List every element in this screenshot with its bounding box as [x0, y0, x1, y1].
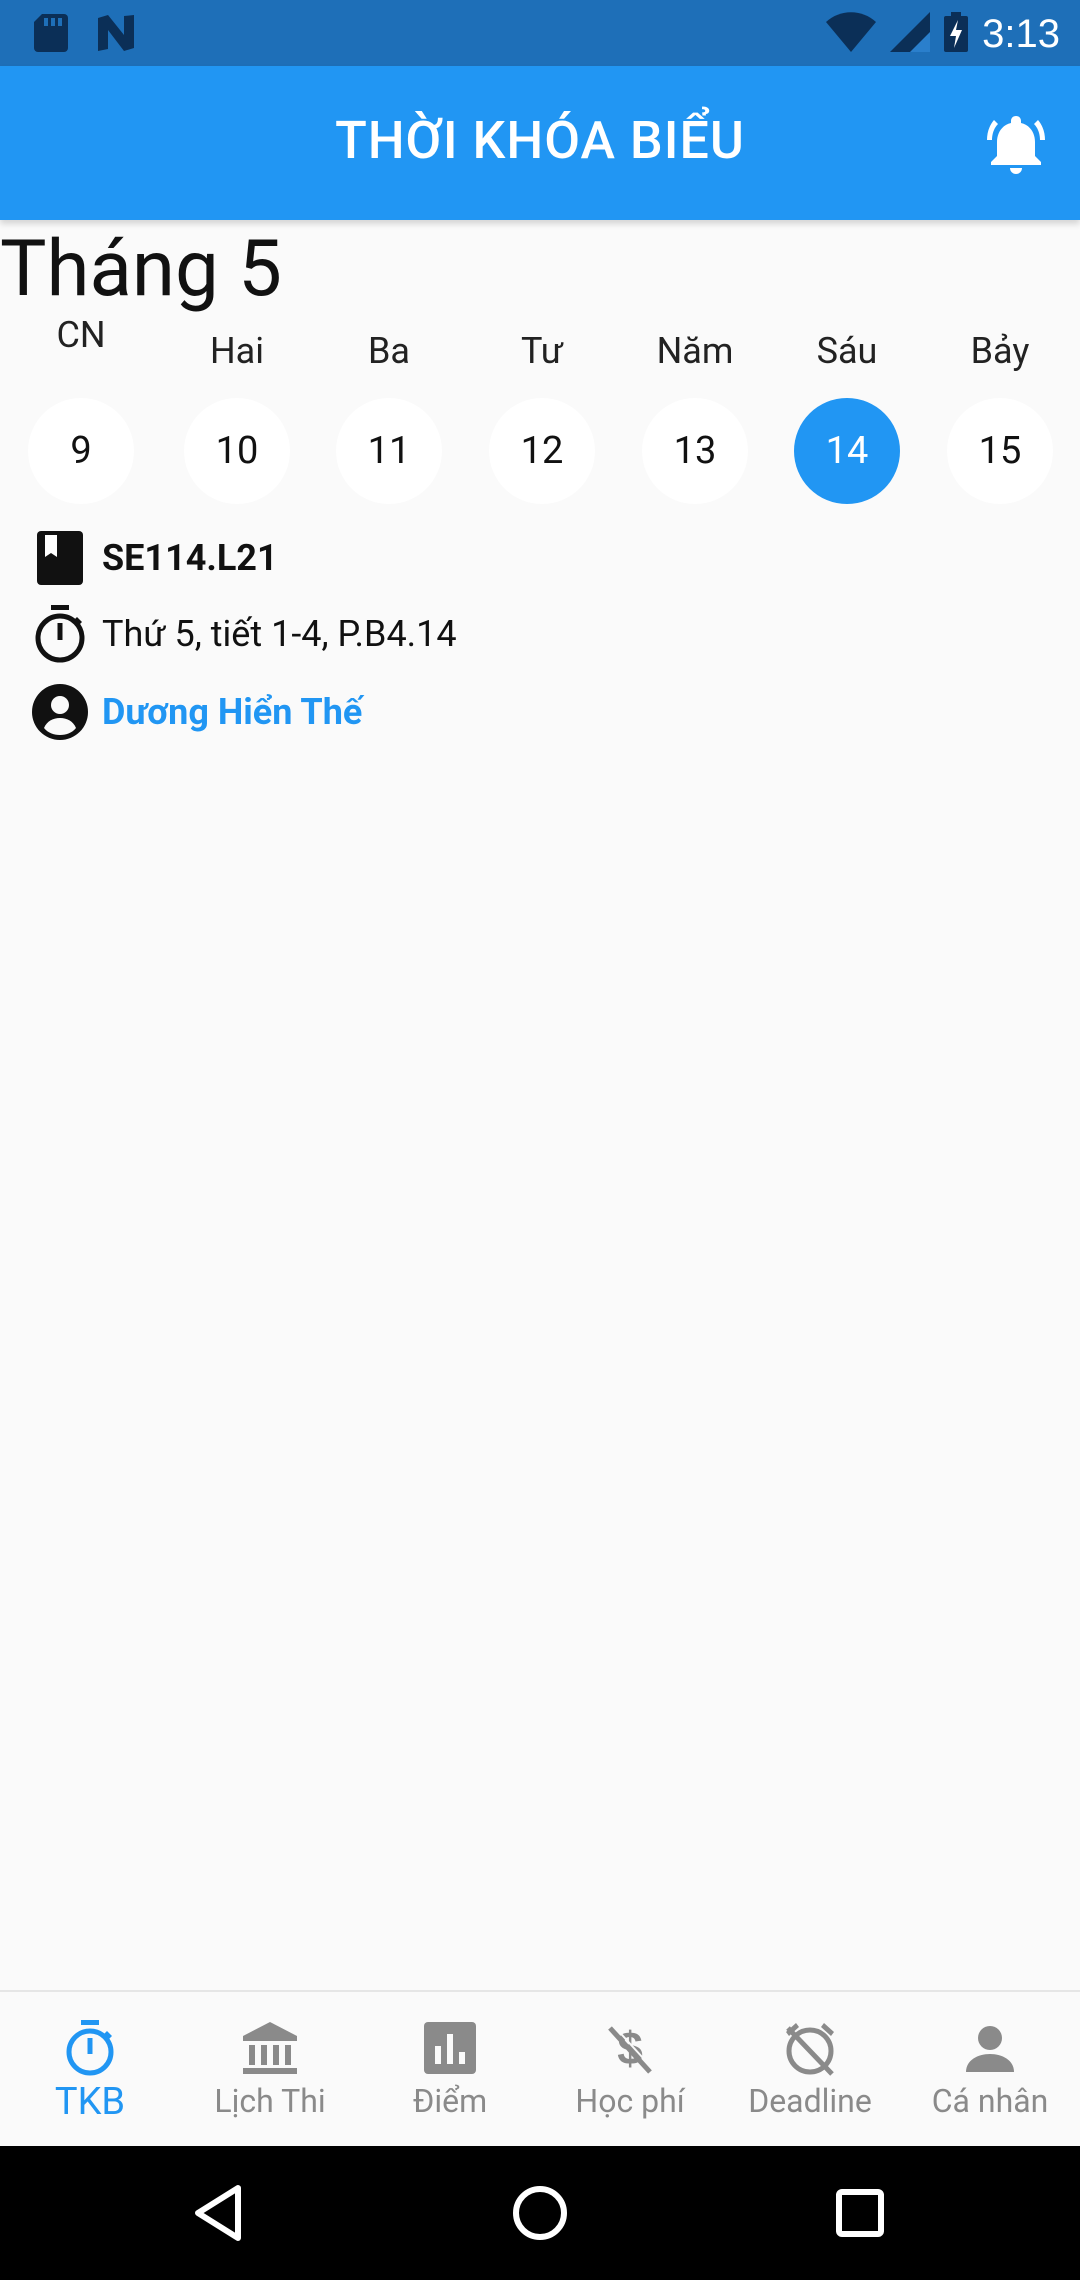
course-code: SE114.L21 — [102, 537, 278, 579]
day-button-selected[interactable]: 14 — [794, 398, 900, 504]
alarm-off-icon — [780, 2018, 840, 2078]
day-button[interactable]: 10 — [184, 398, 290, 504]
nav-diem[interactable]: Điểm — [360, 1992, 540, 2148]
person-icon — [960, 2018, 1020, 2078]
app-bar: THỜI KHÓA BIỂU — [0, 66, 1080, 220]
time-room-row: Thứ 5, tiết 1-4, P.B4.14 — [32, 605, 457, 663]
timer-icon — [32, 605, 88, 663]
status-time: 3:13 — [982, 12, 1060, 56]
day-button[interactable]: 12 — [489, 398, 595, 504]
recents-icon[interactable] — [825, 2178, 895, 2248]
signal-icon — [890, 12, 931, 56]
page-title: THỜI KHÓA BIỂU — [335, 110, 745, 171]
weekday-label: Năm — [656, 330, 734, 372]
nav-lich-thi[interactable]: Lịch Thi — [180, 1992, 360, 2148]
nav-ca-nhan[interactable]: Cá nhân — [900, 1992, 1080, 2148]
nav-tkb[interactable]: TKB — [0, 1992, 180, 2148]
nav-label: Điểm — [412, 2082, 488, 2120]
account-circle-icon — [32, 684, 88, 740]
nav-hoc-phi[interactable]: $ Học phí — [540, 1992, 720, 2148]
wifi-icon — [826, 12, 877, 56]
battery-charging-icon — [944, 12, 969, 56]
weekday-row: CN Hai Ba Tư Năm Sáu Bảy — [0, 300, 1080, 380]
back-icon[interactable] — [186, 2178, 256, 2248]
weekday-label: Ba — [367, 330, 410, 372]
weekday-label: Tư — [520, 330, 564, 372]
nav-label: Lịch Thi — [214, 2082, 326, 2120]
nav-label: Cá nhân — [931, 2082, 1049, 2120]
teacher-row: Dương Hiển Thế — [32, 684, 362, 740]
n-logo-icon — [96, 14, 136, 56]
course-row: SE114.L21 — [32, 530, 278, 586]
teacher-name[interactable]: Dương Hiển Thế — [102, 691, 362, 733]
status-bar: 3:13 — [0, 0, 1080, 66]
timer-icon — [60, 2018, 120, 2078]
time-room-text: Thứ 5, tiết 1-4, P.B4.14 — [102, 613, 457, 655]
bank-icon — [240, 2018, 300, 2078]
money-off-icon: $ — [600, 2018, 660, 2078]
weekday-label: Bảy — [970, 330, 1030, 372]
weekday-label: Sáu — [816, 330, 878, 372]
day-selector: 9 10 11 12 13 14 15 — [0, 398, 1080, 508]
notification-bell-icon[interactable] — [986, 112, 1046, 174]
system-navigation-bar — [0, 2146, 1080, 2280]
chart-icon — [420, 2018, 480, 2078]
nav-deadline[interactable]: Deadline — [720, 1992, 900, 2148]
weekday-label: Hai — [209, 330, 265, 372]
nav-label: Deadline — [748, 2082, 872, 2120]
weekday-label: CN — [56, 314, 106, 356]
nav-label: TKB — [54, 2080, 126, 2124]
home-icon[interactable] — [505, 2178, 575, 2248]
day-button[interactable]: 13 — [642, 398, 748, 504]
sd-card-icon — [34, 14, 68, 56]
book-icon — [32, 530, 88, 586]
day-button[interactable]: 15 — [947, 398, 1053, 504]
nav-label: Học phí — [575, 2082, 685, 2120]
bottom-navigation: TKB Lịch Thi Điểm $ Học phí Deadline Cá … — [0, 1990, 1080, 2148]
day-button[interactable]: 9 — [28, 398, 134, 504]
day-button[interactable]: 11 — [336, 398, 442, 504]
